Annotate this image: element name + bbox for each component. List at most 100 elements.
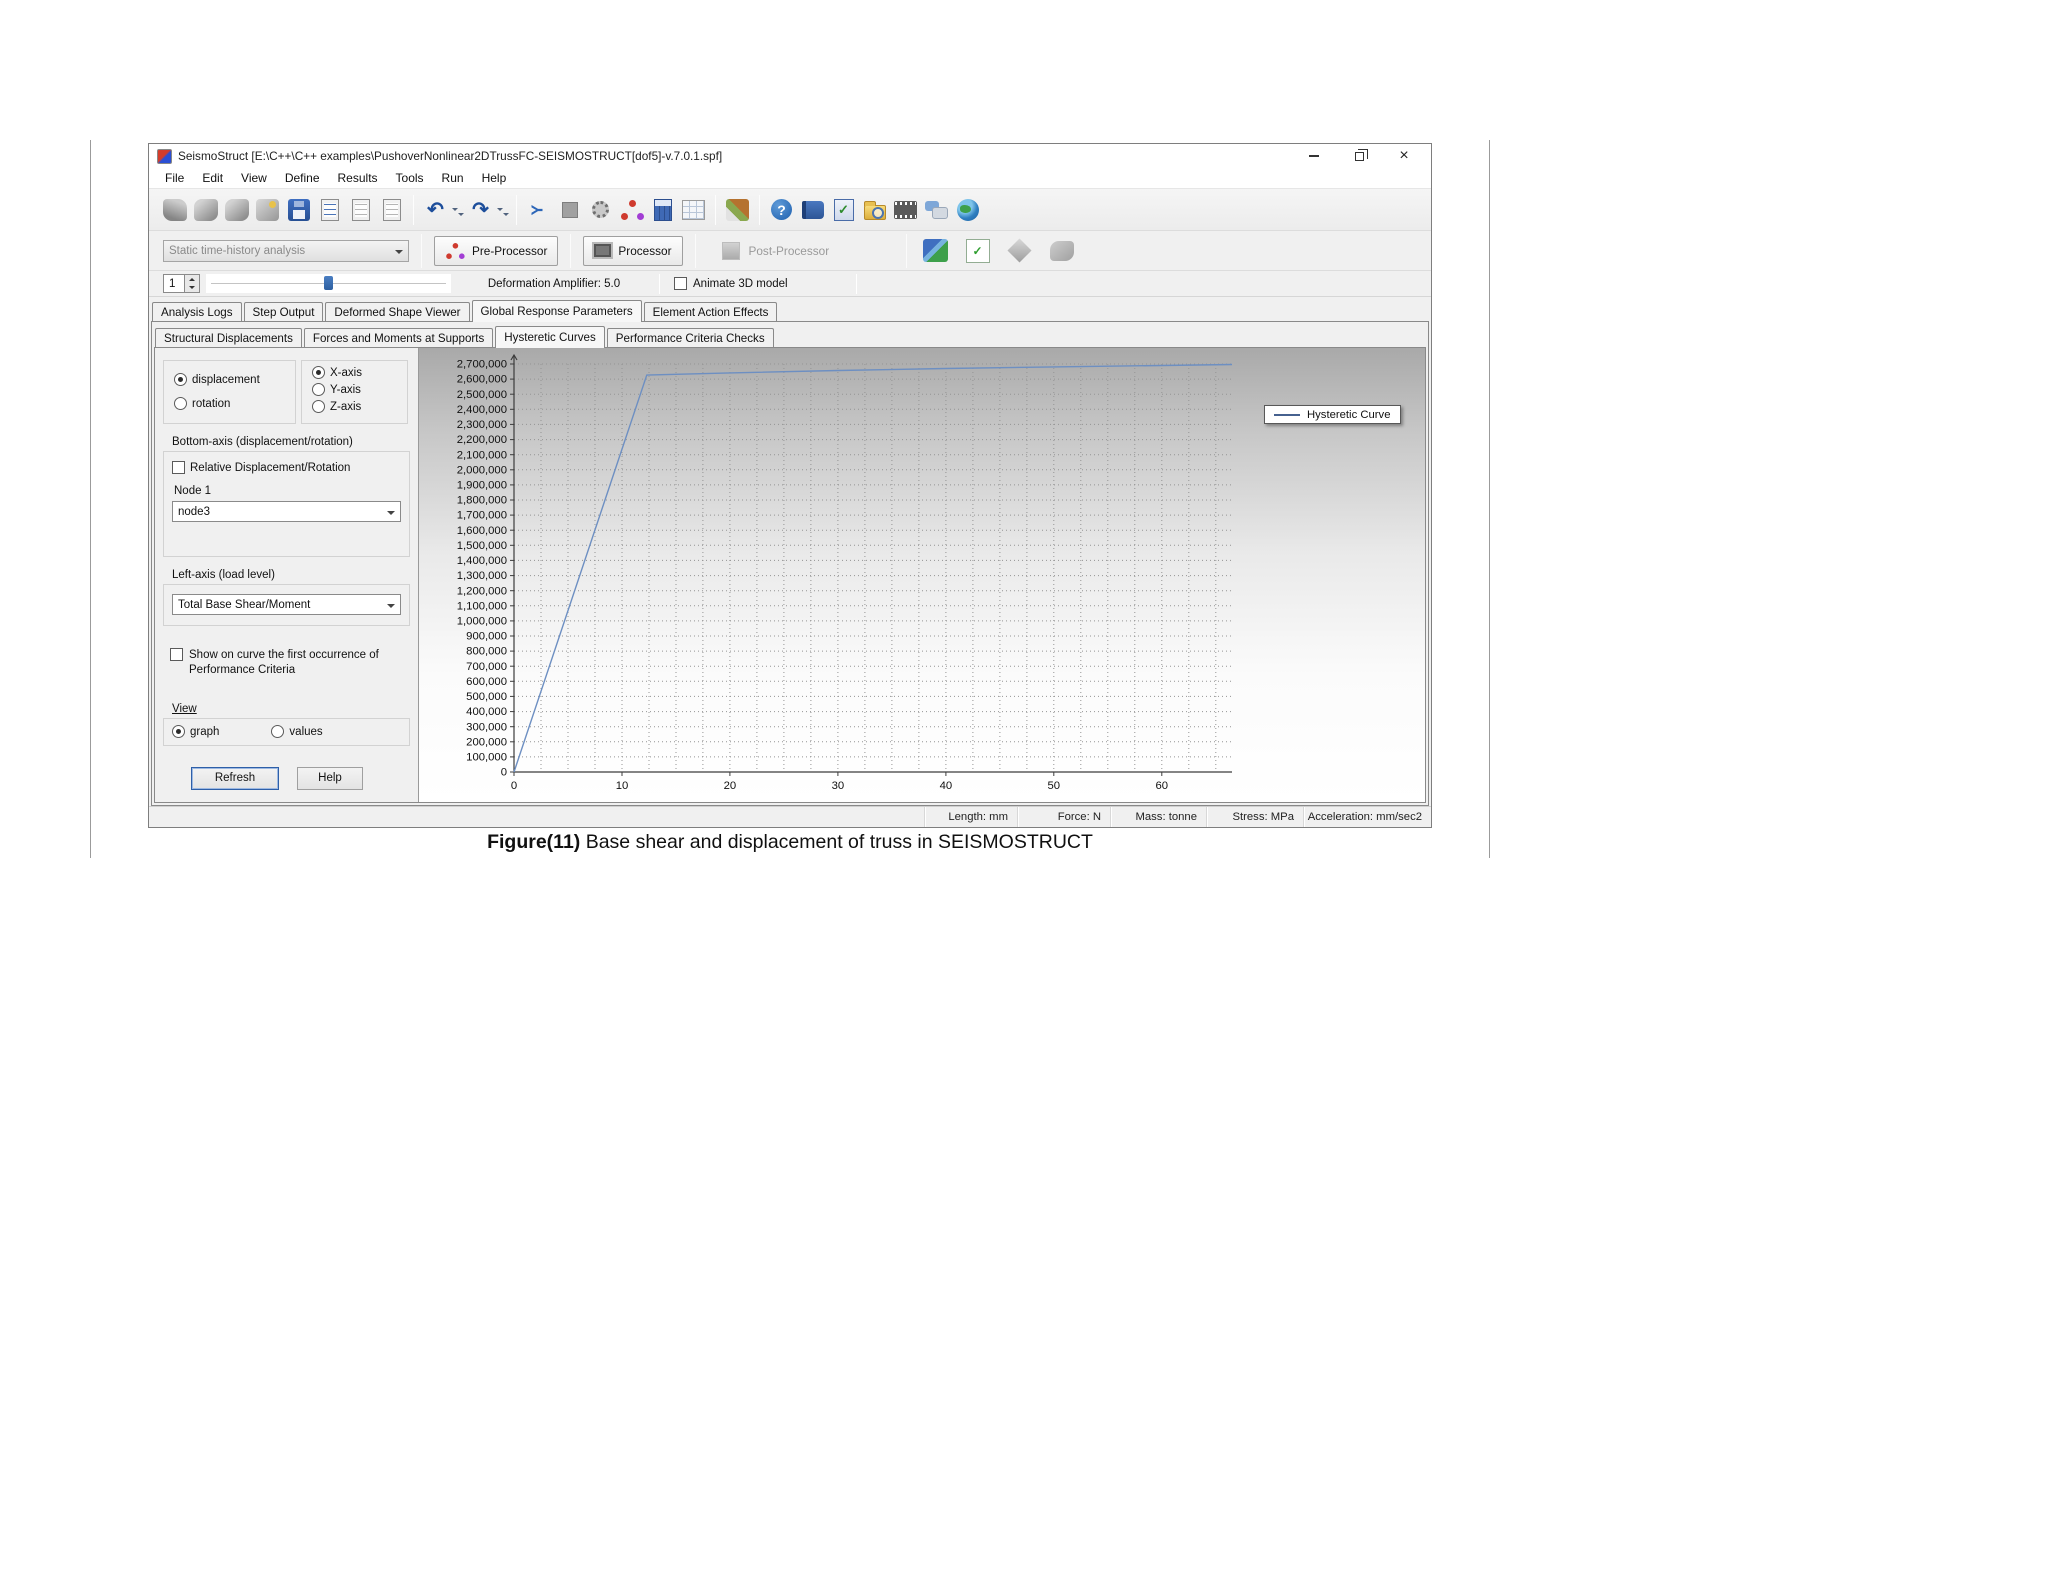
pre-processor-button[interactable]: Pre-Processor bbox=[434, 235, 559, 266]
analysis-type-combo[interactable]: Static time-history analysis bbox=[163, 239, 409, 262]
relative-displacement-option[interactable]: Relative Displacement/Rotation bbox=[172, 461, 401, 474]
web-globe-icon[interactable] bbox=[954, 196, 981, 223]
x-axis-radio[interactable] bbox=[312, 366, 325, 379]
relative-displacement-label: Relative Displacement/Rotation bbox=[190, 461, 351, 474]
menu-run[interactable]: Run bbox=[434, 169, 472, 187]
tab-performance-criteria-checks[interactable]: Performance Criteria Checks bbox=[606, 328, 774, 347]
tab-structural-displacements[interactable]: Structural Displacements bbox=[155, 328, 302, 347]
undo-icon[interactable]: ↶ bbox=[422, 196, 449, 223]
graph-radio[interactable] bbox=[172, 725, 185, 739]
menu-view[interactable]: View bbox=[233, 169, 275, 187]
show-performance-checkbox[interactable] bbox=[170, 648, 183, 661]
svg-text:1,300,000: 1,300,000 bbox=[457, 570, 507, 582]
deformed-shape-tool-button[interactable] bbox=[919, 235, 953, 267]
z-axis-option[interactable]: Z-axis bbox=[312, 400, 407, 413]
help-button[interactable]: Help bbox=[297, 766, 363, 790]
feedback-chat-icon[interactable] bbox=[923, 196, 950, 223]
spinner-up-icon[interactable] bbox=[185, 275, 199, 284]
show-performance-option[interactable]: Show on curve the first occurrence of Pe… bbox=[170, 648, 410, 678]
svg-text:40: 40 bbox=[940, 780, 953, 792]
values-radio[interactable] bbox=[271, 725, 285, 739]
statusbar-spacer bbox=[149, 807, 924, 827]
svg-text:2,200,000: 2,200,000 bbox=[457, 434, 507, 446]
x-axis-label: X-axis bbox=[330, 366, 362, 379]
relative-displacement-checkbox[interactable] bbox=[172, 461, 185, 474]
report-icon[interactable] bbox=[316, 196, 343, 223]
svg-text:900,000: 900,000 bbox=[466, 631, 507, 643]
x-axis-option[interactable]: X-axis bbox=[312, 366, 407, 379]
shape-tool-button[interactable] bbox=[1045, 235, 1079, 267]
check-document-icon[interactable]: ✓ bbox=[830, 196, 857, 223]
tab-forces-moments-supports[interactable]: Forces and Moments at Supports bbox=[303, 328, 494, 347]
svg-text:50: 50 bbox=[1048, 780, 1061, 792]
svg-text:0: 0 bbox=[511, 780, 517, 792]
menu-file[interactable]: File bbox=[157, 169, 192, 187]
rotation-radio[interactable] bbox=[174, 397, 187, 410]
y-axis-radio[interactable] bbox=[312, 383, 325, 396]
svg-text:1,100,000: 1,100,000 bbox=[457, 600, 507, 612]
svg-text:1,000,000: 1,000,000 bbox=[457, 616, 507, 628]
search-folder-icon[interactable] bbox=[861, 196, 888, 223]
menu-help[interactable]: Help bbox=[474, 169, 515, 187]
step-spinner[interactable]: 1 bbox=[163, 274, 200, 293]
svg-text:300,000: 300,000 bbox=[466, 721, 507, 733]
copy-icon[interactable] bbox=[347, 196, 374, 223]
settings-gear-icon[interactable] bbox=[587, 196, 614, 223]
tab-global-response-parameters[interactable]: Global Response Parameters bbox=[471, 300, 642, 322]
menu-results[interactable]: Results bbox=[330, 169, 386, 187]
window-title: SeismoStruct [E:\C++\C++ examples\Pushov… bbox=[178, 149, 723, 163]
tab-step-output[interactable]: Step Output bbox=[243, 302, 324, 321]
y-axis-option[interactable]: Y-axis bbox=[312, 383, 407, 396]
menu-define[interactable]: Define bbox=[277, 169, 328, 187]
load-level-value: Total Base Shear/Moment bbox=[178, 598, 311, 611]
minimize-button[interactable] bbox=[1299, 146, 1329, 166]
slider-handle[interactable] bbox=[323, 276, 333, 290]
media-icon[interactable] bbox=[892, 196, 919, 223]
tab-element-action-effects[interactable]: Element Action Effects bbox=[643, 302, 778, 321]
animate-3d-checkbox-row[interactable]: Animate 3D model bbox=[662, 277, 854, 290]
manual-book-icon[interactable] bbox=[799, 196, 826, 223]
graph-option[interactable]: graph bbox=[172, 725, 219, 739]
menu-tools[interactable]: Tools bbox=[388, 169, 432, 187]
tab-deformed-shape-viewer[interactable]: Deformed Shape Viewer bbox=[325, 302, 470, 321]
new-model-icon[interactable] bbox=[161, 196, 188, 223]
displacement-radio[interactable] bbox=[174, 373, 187, 386]
step-slider[interactable] bbox=[206, 274, 451, 293]
tab-hysteretic-curves[interactable]: Hysteretic Curves bbox=[495, 326, 605, 348]
left-axis-group-label: Left-axis (load level) bbox=[172, 569, 275, 581]
values-option[interactable]: values bbox=[271, 725, 323, 739]
paste-icon[interactable] bbox=[378, 196, 405, 223]
refresh-button[interactable]: Refresh bbox=[191, 766, 279, 790]
animate-3d-checkbox[interactable] bbox=[674, 277, 687, 290]
diamond-tool-button[interactable] bbox=[1003, 235, 1037, 267]
rotation-option[interactable]: rotation bbox=[174, 397, 295, 410]
branch-icon[interactable]: Y bbox=[525, 196, 552, 223]
paintbrush-icon[interactable] bbox=[724, 196, 751, 223]
spinner-down-icon[interactable] bbox=[185, 284, 199, 293]
restore-button[interactable] bbox=[1344, 146, 1374, 166]
open-model-icon[interactable] bbox=[192, 196, 219, 223]
node-combo[interactable]: node3 bbox=[172, 501, 401, 522]
processor-button[interactable]: Processor bbox=[583, 235, 683, 266]
import-model-icon[interactable] bbox=[223, 196, 250, 223]
page-margin-line-left bbox=[90, 140, 91, 858]
load-level-combo[interactable]: Total Base Shear/Moment bbox=[172, 594, 401, 615]
main-tabs: Analysis Logs Step Output Deformed Shape… bbox=[149, 297, 1431, 322]
close-button[interactable]: × bbox=[1389, 146, 1419, 166]
figure-caption-text: Base shear and displacement of truss in … bbox=[580, 831, 1093, 853]
stop-icon[interactable] bbox=[556, 196, 583, 223]
save-icon[interactable] bbox=[285, 196, 312, 223]
z-axis-radio[interactable] bbox=[312, 400, 325, 413]
nodes-icon[interactable] bbox=[618, 196, 645, 223]
checklist-tool-button[interactable]: ✓ bbox=[961, 235, 995, 267]
help-icon[interactable]: ? bbox=[768, 196, 795, 223]
grid-icon[interactable] bbox=[680, 196, 707, 223]
svg-text:1,700,000: 1,700,000 bbox=[457, 510, 507, 522]
wizard-icon[interactable] bbox=[254, 196, 281, 223]
post-processor-button[interactable]: Post-Processor bbox=[708, 236, 894, 266]
displacement-option[interactable]: displacement bbox=[174, 373, 295, 386]
calculator-icon[interactable] bbox=[649, 196, 676, 223]
redo-icon[interactable]: ↷ bbox=[467, 196, 494, 223]
tab-analysis-logs[interactable]: Analysis Logs bbox=[152, 302, 242, 321]
menu-edit[interactable]: Edit bbox=[194, 169, 231, 187]
